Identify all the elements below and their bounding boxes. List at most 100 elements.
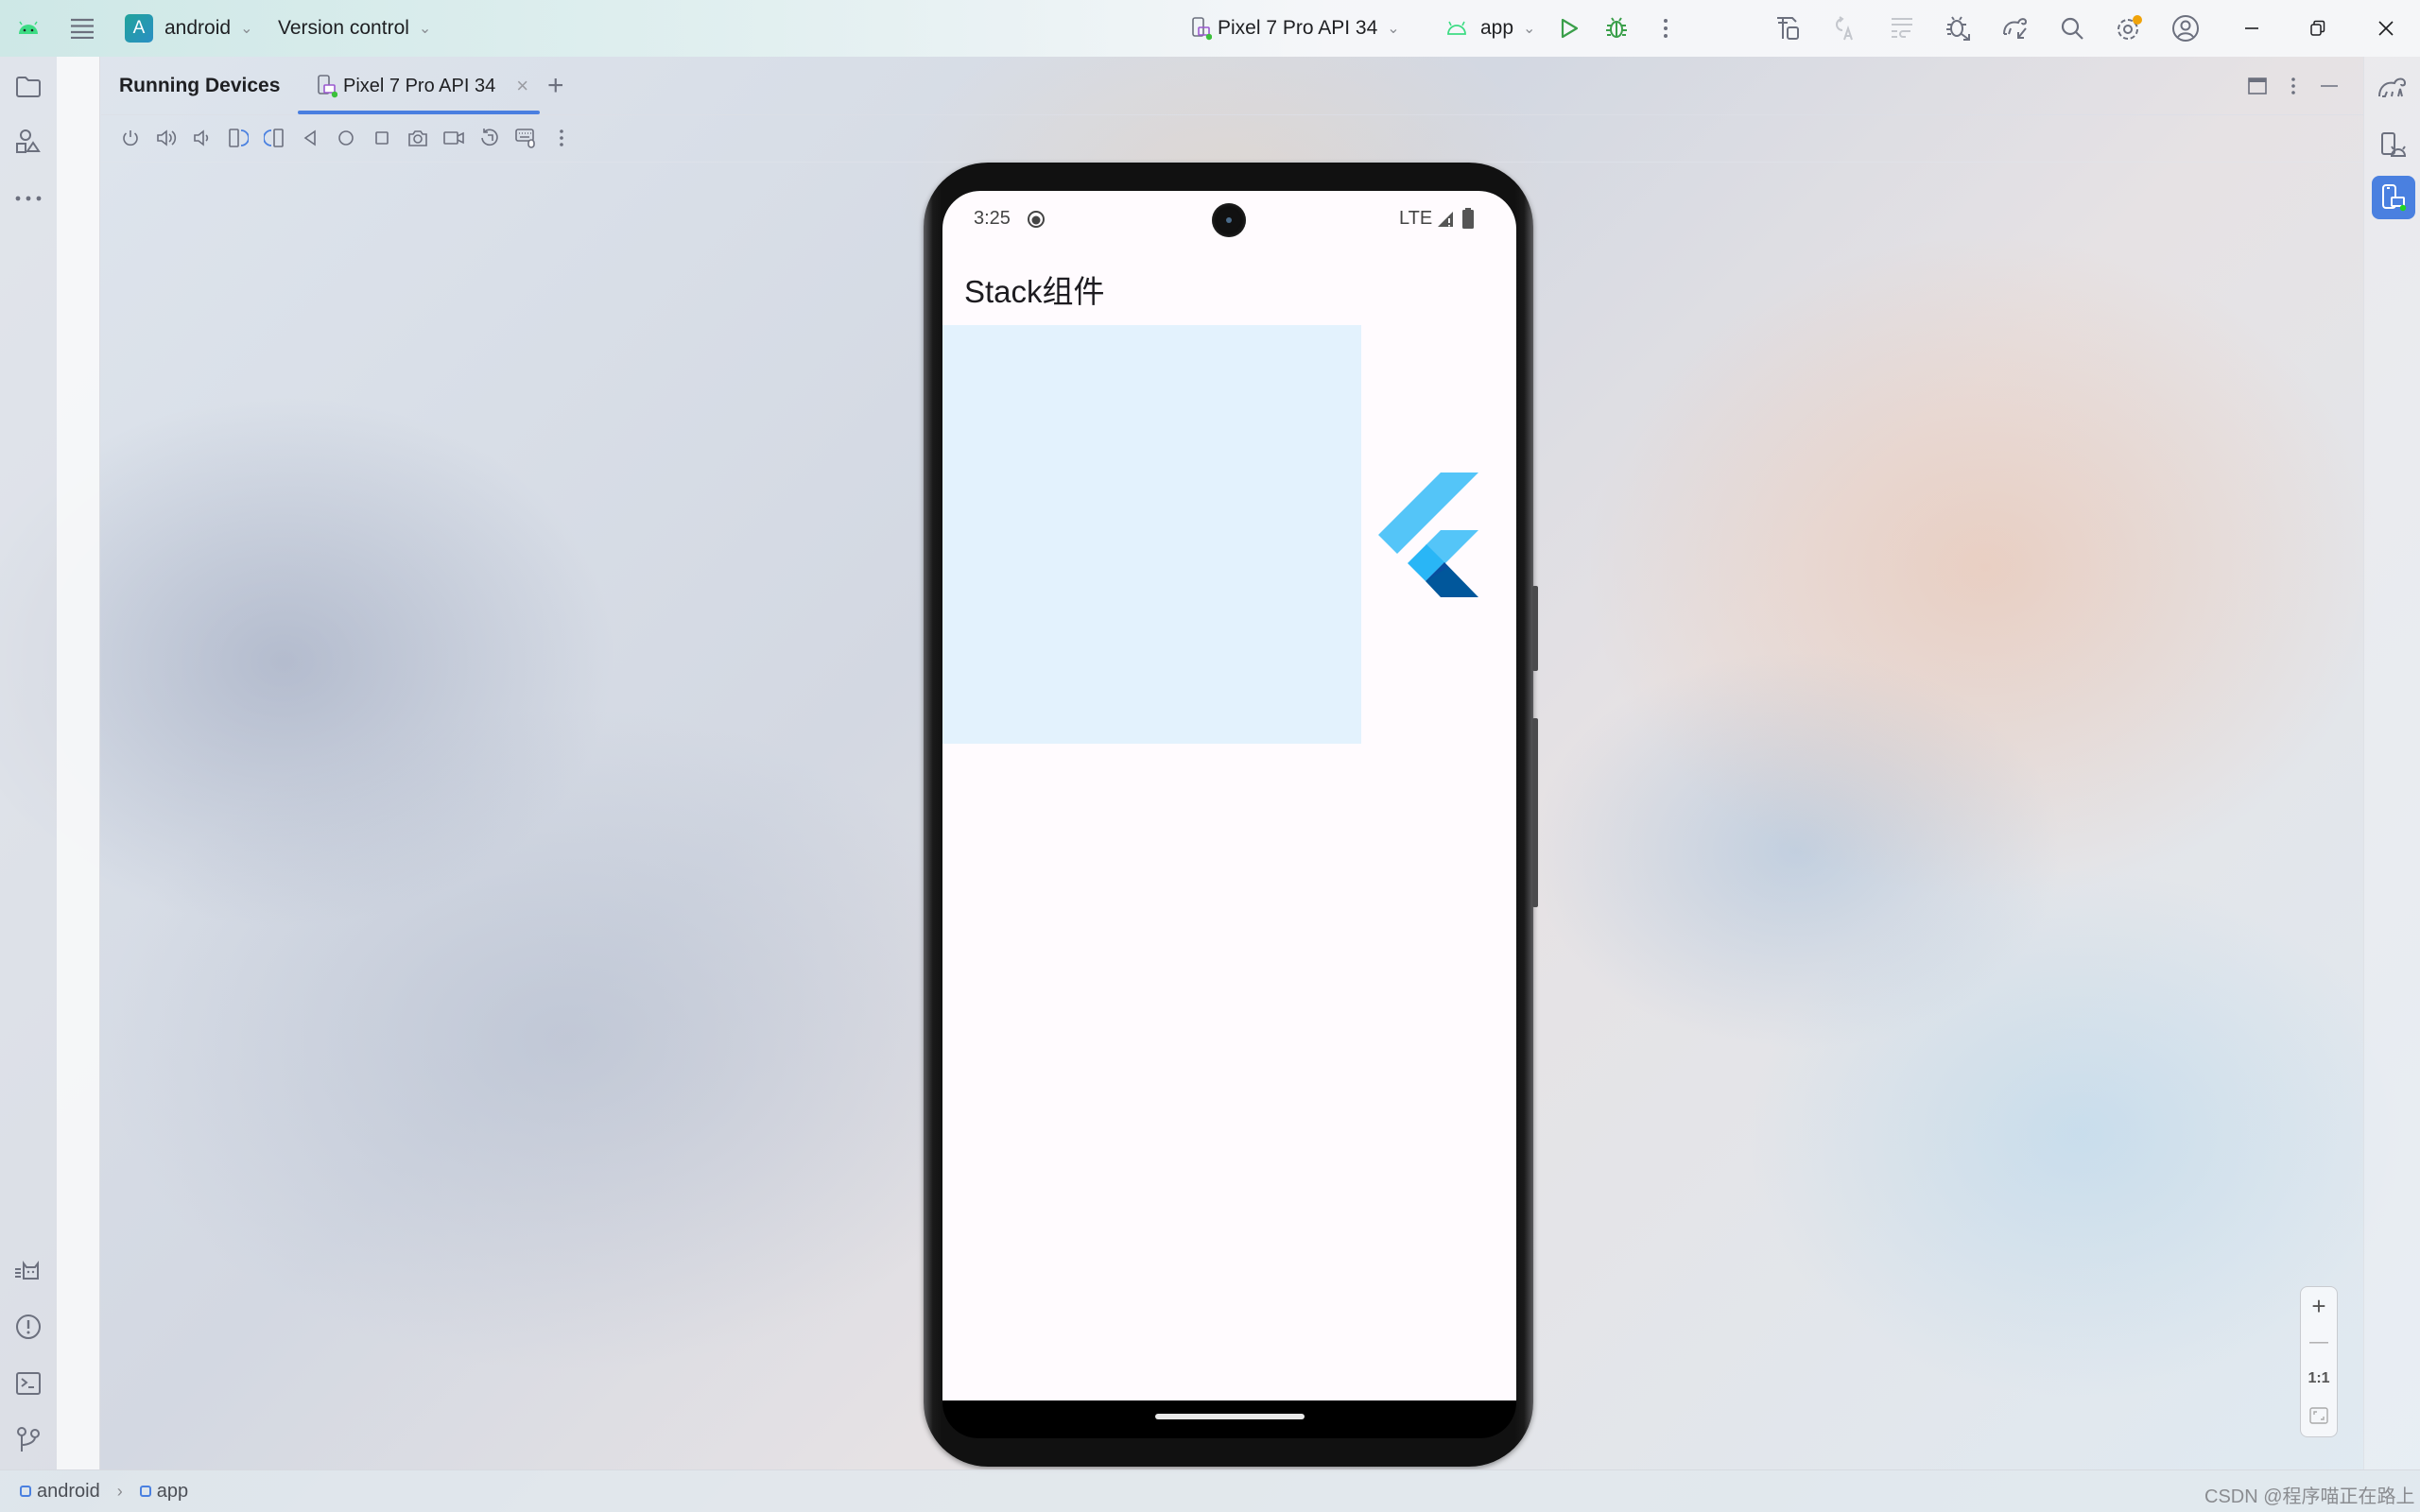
resource-manager-icon <box>16 129 41 153</box>
power-icon <box>123 130 138 146</box>
search-icon <box>2061 17 2083 40</box>
module-icon <box>20 1486 31 1497</box>
minimize-window-button[interactable] <box>2237 13 2267 43</box>
fit-screen-button[interactable] <box>2301 1398 2337 1434</box>
resource-manager-button[interactable] <box>9 123 47 161</box>
left-panel-gutter <box>57 57 100 1469</box>
debug-icon <box>1606 17 1627 38</box>
chevron-down-icon: ⌄ <box>1523 21 1536 37</box>
power-button[interactable] <box>116 124 145 152</box>
screenshot-button[interactable] <box>404 124 432 152</box>
volume-up-icon <box>157 129 177 146</box>
phone-side-button <box>1532 718 1538 907</box>
device-selector[interactable]: Pixel 7 Pro API 34 ⌄ <box>1191 0 1400 57</box>
volume-down-icon <box>194 129 209 146</box>
minimize-icon <box>2245 27 2258 29</box>
running-devices-button[interactable] <box>2372 176 2415 219</box>
run-button[interactable] <box>1554 13 1584 43</box>
settings-button[interactable] <box>2114 13 2144 43</box>
breadcrumb-separator-icon: › <box>116 1481 123 1501</box>
rotate-right-button[interactable] <box>260 124 288 152</box>
gesture-home-handle[interactable] <box>1155 1414 1305 1419</box>
gradle-sync-button[interactable] <box>2000 13 2031 43</box>
run-config-selector[interactable]: app ⌄ <box>1446 0 1535 57</box>
problems-icon <box>16 1314 41 1339</box>
network-type: LTE <box>1399 208 1433 229</box>
window-layout-button[interactable] <box>2243 72 2272 100</box>
device-manager-button[interactable] <box>2374 126 2411 163</box>
front-camera <box>1212 203 1246 237</box>
settings-icon <box>2118 15 2142 40</box>
back-button[interactable] <box>296 124 324 152</box>
rotate-left-button[interactable] <box>224 124 252 152</box>
volume-down-button[interactable] <box>188 124 216 152</box>
back-icon <box>303 129 316 146</box>
breadcrumb-item[interactable]: app <box>157 1481 188 1503</box>
running-devices-header: Running Devices Pixel 7 Pro API 34 × + <box>101 57 2363 115</box>
search-button[interactable] <box>2057 13 2087 43</box>
restore-window-button[interactable] <box>2303 13 2333 43</box>
account-button[interactable] <box>2170 13 2201 43</box>
problems-button[interactable] <box>9 1308 47 1346</box>
more-tool-windows-button[interactable] <box>9 180 47 217</box>
project-selector[interactable]: A android ⌄ <box>125 0 252 57</box>
home-icon <box>338 130 354 146</box>
logcat-icon <box>15 1261 39 1280</box>
device-tab[interactable]: Pixel 7 Pro API 34 × <box>317 57 528 115</box>
attach-debugger-button[interactable] <box>1944 13 1974 43</box>
terminal-icon <box>16 1372 41 1395</box>
right-tool-strip <box>2363 57 2420 1469</box>
notification-icon <box>1028 211 1045 228</box>
camera-icon <box>408 130 427 146</box>
account-icon <box>2172 15 2199 42</box>
gradle-sync-icon <box>2003 18 2028 39</box>
hide-tool-window-button[interactable] <box>2315 72 2343 100</box>
version-control-icon <box>17 1427 40 1452</box>
rotate-left-icon <box>229 129 249 147</box>
device-screen[interactable]: 3:25 LTE Stack组件 <box>942 191 1516 1400</box>
project-name: android <box>164 17 232 39</box>
keyboard-input-button[interactable] <box>511 124 540 152</box>
more-device-actions-button[interactable] <box>547 124 576 152</box>
apply-code-changes-button[interactable] <box>1887 13 1917 43</box>
main-menu-button[interactable] <box>70 0 95 57</box>
module-icon <box>139 1486 151 1497</box>
version-control-selector[interactable]: Version control ⌄ <box>278 0 431 57</box>
build-button[interactable] <box>1773 13 1804 43</box>
options-button[interactable] <box>2279 72 2308 100</box>
home-button[interactable] <box>332 124 360 152</box>
volume-up-button[interactable] <box>152 124 181 152</box>
close-window-button[interactable] <box>2371 13 2401 43</box>
signal-icon <box>1438 212 1453 227</box>
battery-icon <box>1462 208 1474 229</box>
version-control-button[interactable] <box>9 1420 47 1458</box>
zoom-in-button[interactable]: + <box>2301 1288 2337 1324</box>
apply-changes-button[interactable] <box>1830 13 1860 43</box>
project-tool-button[interactable] <box>9 68 47 106</box>
breadcrumb-item[interactable]: android <box>37 1481 100 1503</box>
window-layout-icon <box>2248 77 2267 94</box>
phone-volume-button <box>1532 586 1538 671</box>
add-tab-button[interactable]: + <box>547 57 564 115</box>
gradle-tool-button[interactable] <box>2374 68 2411 106</box>
device-toolbar <box>101 115 2363 163</box>
zoom-out-button[interactable]: — <box>2301 1324 2337 1360</box>
debug-button[interactable] <box>1601 13 1632 43</box>
terminal-button[interactable] <box>9 1365 47 1402</box>
fit-screen-icon <box>2309 1407 2328 1424</box>
project-folder-icon <box>16 77 41 97</box>
attach-debugger-icon <box>1946 16 1970 41</box>
actual-size-button[interactable]: 1:1 <box>2301 1361 2337 1397</box>
screen-record-button[interactable] <box>440 124 468 152</box>
more-icon <box>1664 19 1668 38</box>
reset-rotation-button[interactable] <box>475 124 504 152</box>
device-selector-label: Pixel 7 Pro API 34 <box>1218 17 1378 39</box>
version-control-label: Version control <box>278 17 409 39</box>
build-icon <box>1777 17 1799 40</box>
more-actions-button[interactable] <box>1651 13 1681 43</box>
overview-button[interactable] <box>368 124 396 152</box>
close-tab-icon[interactable]: × <box>516 74 528 98</box>
logcat-button[interactable] <box>9 1252 47 1290</box>
minimize-icon <box>2321 85 2338 87</box>
chevron-down-icon: ⌄ <box>1387 21 1400 37</box>
